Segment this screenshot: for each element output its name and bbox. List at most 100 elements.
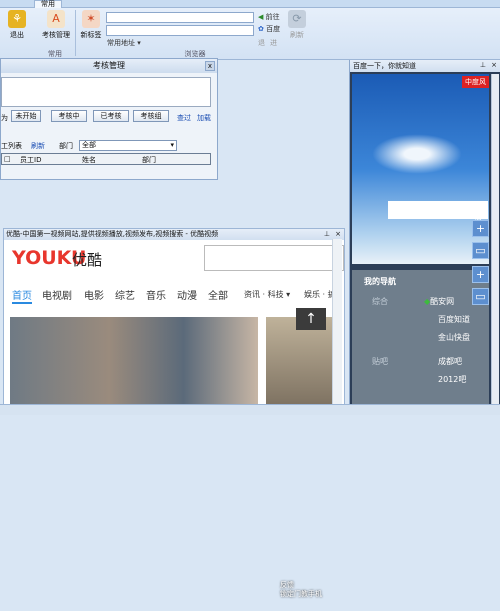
chevron-down-icon: ▾ — [170, 141, 174, 149]
refresh-link[interactable]: 刷新 — [31, 141, 45, 151]
dialog-title: 考核管理 — [93, 61, 125, 70]
feedback-label[interactable]: 反馈 — [280, 581, 340, 590]
video-caption: 反馈 锁定门教手机 — [280, 581, 340, 611]
url-combo[interactable] — [106, 25, 254, 36]
baidu-panel-title: 百度一下，你就知道 — [350, 60, 500, 72]
video-thumbnail[interactable] — [266, 317, 340, 411]
back-button[interactable]: 退 — [258, 38, 265, 48]
coolapk-label: 酷安网 — [430, 297, 455, 306]
ribbon-toolbar: 常用 ⚘ 退出 A 考核管理 ✶ 新标签 常用 常用地址 ▾ ◀ 前往 ✿ 百度… — [0, 0, 500, 60]
youku-panel: 优酷-中国第一视频网站,提供视频播放,视频发布,视频搜索 - 优酷视频 ⊥ × … — [3, 228, 345, 598]
nav-home[interactable]: 首页 — [12, 287, 32, 304]
ribbon-tabstrip: 常用 — [0, 0, 500, 8]
nav-music[interactable]: 音乐 — [146, 287, 166, 302]
group-separator — [75, 10, 76, 56]
url-input[interactable] — [106, 12, 254, 23]
arrow-right-icon: ◀ — [258, 13, 264, 21]
not-started-button[interactable]: 未开始 — [11, 110, 41, 122]
scrollbar[interactable] — [491, 74, 499, 408]
add-icon[interactable]: + — [472, 266, 489, 283]
back-label: 退 — [258, 39, 265, 47]
close-icon[interactable]: x — [205, 61, 215, 71]
nav-link-baidu-zhidao[interactable]: 百度知道 — [438, 314, 470, 325]
nav-anime[interactable]: 动漫 — [177, 287, 197, 302]
tab-common[interactable]: 常用 — [34, 0, 62, 8]
nav-link-2012-tieba[interactable]: 2012吧 — [438, 374, 466, 385]
dept-select[interactable]: 全部 ▾ — [79, 140, 177, 151]
add-icon[interactable]: + — [472, 220, 489, 237]
nav-link-coolapk[interactable]: ◆酷安网 — [424, 296, 454, 307]
common-address-label: 常用地址 — [107, 39, 135, 47]
nav-category-general: 综合 — [372, 297, 388, 306]
common-address-dropdown[interactable]: 常用地址 ▾ — [107, 38, 141, 48]
in-progress-button[interactable]: 考核中 — [51, 110, 87, 122]
comment-icon[interactable]: ▭ — [472, 242, 489, 259]
comment-icon[interactable]: ▭ — [472, 288, 489, 305]
baidu-label: 百度 — [266, 25, 281, 33]
search-input[interactable] — [204, 245, 344, 271]
my-nav-title: 我的导航 — [364, 277, 396, 286]
go-forward-button[interactable]: ◀ 前往 — [258, 12, 280, 22]
assessment-dialog: 考核管理 x 为 未开始 考核中 已考核 考核组 查过 加载 工列表 刷新 部门… — [0, 58, 218, 180]
baidu-panel: 百度一下，你就知道 ⊥ × 中度风 新闻 网页 贴吧 知道 我的导航 综合 ◆酷… — [349, 60, 500, 412]
paw-icon: ✿ — [258, 25, 264, 33]
arrow-up-icon: ↑ — [305, 311, 317, 327]
chevron-down-icon: ▾ — [137, 39, 141, 47]
nav-link-kuaipan[interactable]: 金山快盘 — [438, 332, 470, 343]
dept-label: 部门 — [59, 142, 73, 150]
group-button[interactable]: 考核组 — [133, 110, 169, 122]
enter-label: 进 — [270, 39, 277, 47]
baidu-button[interactable]: ✿ 百度 — [258, 24, 280, 34]
nav-news-tech[interactable]: 资讯 · 科技 ▾ — [244, 289, 290, 300]
video-caption-text: 锁定门教手机 — [280, 590, 322, 598]
exit-icon: ⚘ — [8, 10, 26, 28]
nav-tv[interactable]: 电视剧 — [42, 287, 72, 302]
load-link[interactable]: 加载 — [197, 113, 211, 123]
baidu-search-input[interactable] — [388, 201, 488, 219]
nav-variety[interactable]: 综艺 — [115, 287, 135, 302]
nav-ent[interactable]: 娱乐 · 搞 — [304, 289, 336, 300]
user-icon: A — [47, 10, 65, 28]
refresh-label: 刷新 — [290, 31, 304, 39]
status-bar — [0, 404, 500, 415]
column-employee-id[interactable]: 员工ID — [20, 155, 41, 165]
employee-list-label: 工列表 — [1, 142, 22, 150]
scrollbar[interactable] — [332, 239, 342, 411]
employee-grid-header: □ 员工ID 姓名 部门 — [1, 153, 211, 165]
video-thumbnails — [10, 317, 340, 411]
refresh-icon: ⟳ — [288, 10, 306, 28]
pin-icon[interactable]: ⊥ — [324, 230, 330, 238]
dialog-title-bar: 考核管理 x — [1, 59, 217, 73]
new-tab-button[interactable]: ✶ 新标签 — [78, 10, 104, 46]
weather-badge[interactable]: 中度风 — [462, 76, 489, 88]
nav-category-tieba: 贴吧 — [372, 357, 388, 366]
nav-all[interactable]: 全部 — [208, 287, 228, 302]
close-icon[interactable]: × — [335, 230, 341, 238]
nav-link-chengdu-tieba[interactable]: 成都吧 — [438, 356, 462, 367]
exit-button[interactable]: ⚘ 退出 — [4, 10, 30, 46]
close-icon[interactable]: × — [491, 61, 497, 69]
dept-select-value: 全部 — [82, 141, 96, 149]
nav-movie[interactable]: 电影 — [84, 287, 104, 302]
my-navigation: 我的导航 综合 ◆酷安网 百度知道 金山快盘 贴吧 成都吧 2012吧 — [352, 270, 489, 410]
assessment-manage-label: 考核管理 — [42, 31, 70, 39]
exit-label: 退出 — [10, 31, 24, 39]
youku-panel-title: 优酷-中国第一视频网站,提供视频播放,视频发布,视频搜索 - 优酷视频 — [4, 229, 344, 240]
assessment-manage-button[interactable]: A 考核管理 — [38, 10, 74, 46]
column-dept[interactable]: 部门 — [142, 155, 156, 165]
cloud-image — [372, 134, 462, 174]
column-name[interactable]: 姓名 — [82, 155, 96, 165]
video-thumbnail[interactable] — [10, 317, 258, 411]
youku-logo-cn: 优酷 — [72, 251, 103, 269]
pin-icon[interactable]: ⊥ — [480, 61, 486, 69]
sky-background: 中度风 新闻 网页 贴吧 知道 — [352, 74, 489, 264]
back-to-top-button[interactable]: ↑ — [296, 308, 326, 330]
status-label: 为 — [1, 114, 8, 122]
check-column-header[interactable]: □ — [4, 155, 11, 163]
enter-button[interactable]: 进 — [270, 38, 277, 48]
dialog-text-area[interactable] — [1, 77, 211, 107]
completed-button[interactable]: 已考核 — [93, 110, 129, 122]
new-tab-icon: ✶ — [82, 10, 100, 28]
query-link[interactable]: 查过 — [177, 113, 191, 123]
refresh-button[interactable]: ⟳ 刷新 — [286, 10, 308, 46]
